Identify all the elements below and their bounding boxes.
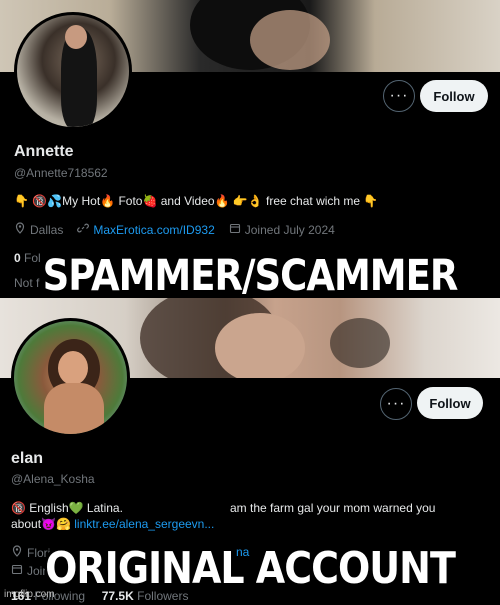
profile-avatar[interactable] <box>14 12 132 130</box>
profile-meta: Dallas MaxErotica.com/ID932 Joined July … <box>14 222 335 237</box>
user-handle: @Alena_Kosha <box>11 472 95 486</box>
more-options-button[interactable]: ··· <box>383 80 415 112</box>
link-icon <box>77 222 90 237</box>
location-text: Dallas <box>30 222 64 237</box>
profile-bio: 👇 🔞💦My Hot🔥 Foto🍓 and Video🔥 👉👌 free cha… <box>14 194 379 208</box>
display-name: elan <box>11 450 44 467</box>
follow-button[interactable]: Follow <box>420 80 488 112</box>
bio-text: 🔞 English💚 Latina. <box>11 501 123 515</box>
calendar-icon <box>229 222 241 237</box>
profile-link[interactable]: MaxErotica.com/ID932 <box>93 223 214 237</box>
watermark: imgflip.com <box>4 589 55 600</box>
original-account-caption: ORIGINAL ACCOUNT <box>45 542 456 594</box>
spammer-caption: SPAMMER/SCAMMER <box>42 250 459 301</box>
profile-link[interactable]: linktr.ee/alena_sergeevn... <box>74 517 214 531</box>
bio-text: am the farm gal your mom warned you <box>230 501 436 515</box>
profile-avatar[interactable] <box>11 318 130 437</box>
more-options-button[interactable]: ··· <box>380 388 412 420</box>
profile-bio-line-1-right: am the farm gal your mom warned you <box>230 499 435 518</box>
profile-bio-line-2: about😈🤗 linktr.ee/alena_sergeevn... <box>11 515 214 534</box>
follow-button[interactable]: Follow <box>417 387 483 419</box>
map-pin-icon <box>14 222 26 237</box>
bio-text: about😈🤗 <box>11 517 75 531</box>
joined-date: Joined July 2024 <box>244 222 335 237</box>
user-handle: @Annette718562 <box>14 166 108 180</box>
display-name: Annette <box>14 143 74 160</box>
